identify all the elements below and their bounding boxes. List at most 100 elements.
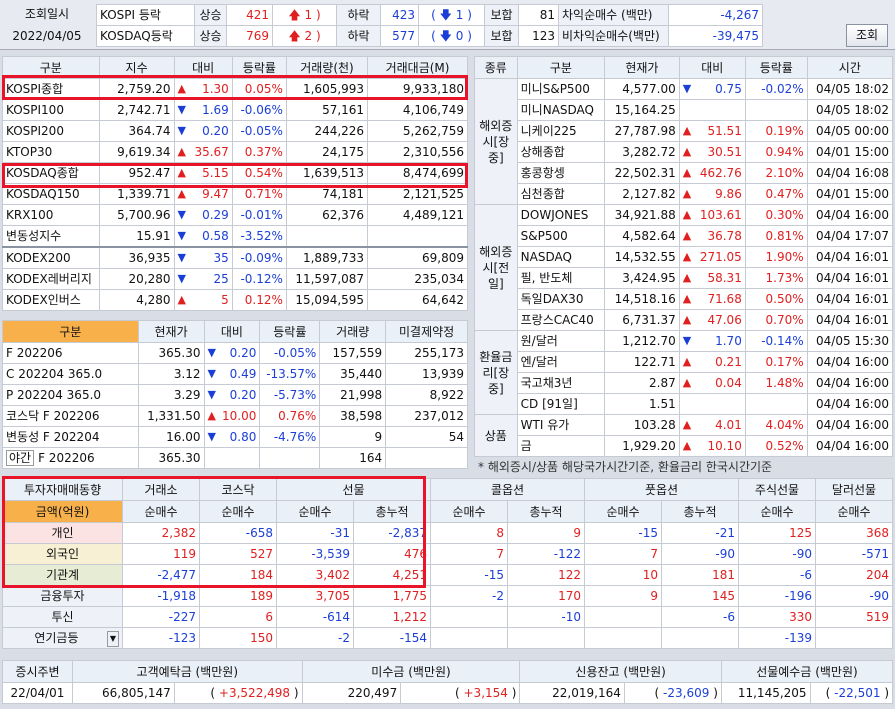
world-row[interactable]: 상해종합3,282.7230.510.94%04/01 15:00 [475, 141, 894, 163]
index-name[interactable]: KTOP30 [2, 141, 100, 163]
investor-value: -21 [661, 522, 739, 544]
world-row[interactable]: 해외증시[전일]DOWJONES34,921.88103.610.30%04/0… [474, 204, 894, 331]
futures-volume: 157,559 [319, 342, 387, 364]
index-name[interactable]: KOSDAQ종합 [2, 162, 100, 184]
world-group-label: 해외증시[전일] [474, 204, 518, 331]
futures-row[interactable]: 코스닥 F 2022061,331.5010.000.76%38,598237,… [2, 405, 468, 427]
world-change: 10.10 [678, 435, 746, 457]
world-row[interactable]: 환율금리[장중]원/달러1,212.701.70-0.14%04/05 15:3… [474, 330, 894, 415]
world-time: 04/04 16:00 [806, 372, 894, 394]
investor-name[interactable]: 투신 [2, 606, 123, 628]
futures-row[interactable]: P 202204 365.03.290.20-5.73%21,9988,922 [2, 384, 468, 406]
investor-name[interactable]: 연기금등 ▼ [2, 627, 123, 649]
world-row[interactable]: 심천종합2,127.829.860.47%04/01 15:00 [475, 183, 894, 205]
investor-row[interactable]: 개인 2,382 -658 -31 -2,837 8 9 -15 -21 125 368 [2, 522, 893, 544]
investor-name[interactable]: 개인 [2, 522, 123, 544]
world-row[interactable]: 미니NASDAQ 15,164.25 04/05 18:02 [475, 99, 894, 121]
world-name[interactable]: 심천종합 [516, 183, 606, 205]
index-row[interactable]: KODEX레버리지20,28025-0.12%11,597,087235,034 [2, 268, 468, 290]
world-name[interactable]: 미니S&P500 [516, 78, 606, 100]
investor-name[interactable]: 외국인 [2, 543, 123, 565]
world-row[interactable]: CD [91일] 1.51 04/04 16:00 [475, 393, 894, 415]
query-date[interactable]: 2022/04/05 [4, 26, 90, 46]
world-row[interactable]: NASDAQ14,532.55271.051.90%04/04 16:01 [475, 246, 894, 268]
index-row[interactable]: 변동성지수15.910.58-3.52% [2, 225, 468, 248]
world-row[interactable]: 국고채3년2.870.041.48%04/04 16:00 [475, 372, 894, 394]
index-name[interactable]: KOSDAQ150 [2, 183, 100, 205]
index-name[interactable]: KOSPI200 [2, 120, 100, 142]
world-row[interactable]: S&P5004,582.6436.780.81%04/04 17:07 [475, 225, 894, 247]
index-row[interactable]: KOSPI200364.740.20-0.05%244,2265,262,759 [2, 120, 468, 142]
index-name[interactable]: KODEX레버리지 [2, 268, 100, 290]
world-name[interactable]: 필, 반도체 [516, 267, 606, 289]
index-row[interactable]: KOSPI1002,742.711.69-0.06%57,1614,106,74… [2, 99, 468, 121]
world-price: 6,731.37 [604, 309, 680, 331]
world-row[interactable]: 프랑스CAC406,731.3747.060.70%04/04 16:01 [475, 309, 894, 331]
futures-name[interactable]: P 202204 365.0 [2, 384, 139, 406]
investor-name[interactable]: 기관계 [2, 564, 123, 586]
index-name[interactable]: KOSPI종합 [2, 78, 100, 100]
index-row[interactable]: KOSDAQ1501,339.719.470.71%74,1812,121,52… [2, 183, 468, 205]
world-name[interactable]: S&P500 [516, 225, 606, 247]
world-change: 271.05 [678, 246, 746, 268]
world-name[interactable]: CD [91일] [516, 393, 606, 415]
index-row[interactable]: KOSPI종합2,759.201.300.05%1,605,9939,933,1… [2, 78, 468, 100]
index-row[interactable]: KRX1005,700.960.29-0.01%62,3764,489,121 [2, 204, 468, 226]
world-row[interactable]: 상품WTI 유가103.284.014.04%04/04 16:00 [474, 414, 894, 457]
index-rate: 0.71% [231, 183, 287, 205]
futures-oi: 54 [385, 426, 468, 448]
index-row[interactable]: KODEX인버스4,28050.12%15,094,59564,642 [2, 289, 468, 311]
index-name[interactable]: 변동성지수 [2, 225, 100, 248]
futures-row[interactable]: C 202204 365.03.120.49-13.57%35,44013,93… [2, 363, 468, 385]
query-button[interactable]: 조회 [846, 24, 888, 47]
investor-row[interactable]: 기관계 -2,477 184 3,402 4,251 -15 122 10 181 -6 204 [2, 564, 893, 586]
world-row[interactable]: 금1,929.2010.100.52%04/04 16:00 [475, 435, 894, 457]
index-name[interactable]: KODEX200 [2, 246, 100, 269]
world-name[interactable]: WTI 유가 [516, 414, 606, 436]
night-futures-row[interactable]: 야간 F 202206 365.30 164 [2, 447, 468, 469]
index-row[interactable]: KOSDAQ종합952.475.150.54%1,639,5138,474,69… [2, 162, 468, 184]
world-name[interactable]: 니케이225 [516, 120, 606, 142]
world-name[interactable]: DOWJONES [516, 204, 606, 226]
world-name[interactable]: 국고채3년 [516, 372, 606, 394]
futures-name[interactable]: 코스닥 F 202206 [2, 405, 139, 427]
futures-name[interactable]: 변동성 F 202204 [2, 426, 139, 448]
investor-name[interactable]: 금융투자 [2, 585, 123, 607]
investor-row[interactable]: 금융투자 -1,918 189 3,705 1,775 -2 170 9 145 -196 -90 [2, 585, 893, 607]
funds-change: ( +3,522,498 ) [173, 682, 303, 704]
world-name[interactable]: 엔/달러 [516, 351, 606, 373]
world-rate: 0.52% [744, 435, 808, 457]
world-name[interactable]: NASDAQ [516, 246, 606, 268]
world-row[interactable]: 필, 반도체3,424.9558.311.73%04/04 16:01 [475, 267, 894, 289]
investor-value: -227 [122, 606, 200, 628]
world-row[interactable]: 독일DAX3014,518.1671.680.50%04/04 16:01 [475, 288, 894, 310]
world-name[interactable]: 금 [516, 435, 606, 457]
index-name[interactable]: KOSPI100 [2, 99, 100, 121]
world-time: 04/05 18:02 [806, 78, 894, 100]
world-row[interactable]: 홍콩항셍22,502.31462.762.10%04/04 16:08 [475, 162, 894, 184]
index-row[interactable]: KTOP309,619.3435.670.37%24,1752,310,556 [2, 141, 468, 163]
world-name[interactable]: 상해종합 [516, 141, 606, 163]
night-futures-name[interactable]: 야간 F 202206 [2, 447, 139, 469]
investor-row[interactable]: 투신 -227 6 -614 1,212 -10 -6 330 519 [2, 606, 893, 628]
index-name[interactable]: KODEX인버스 [2, 289, 100, 311]
world-name[interactable]: 프랑스CAC40 [516, 309, 606, 331]
world-row[interactable]: 해외증시[장중]미니S&P5004,577.000.75-0.02%04/05 … [474, 78, 894, 205]
index-amount: 64,642 [367, 289, 468, 311]
world-name[interactable]: 독일DAX30 [516, 288, 606, 310]
futures-name[interactable]: C 202204 365.0 [2, 363, 139, 385]
investor-row[interactable]: 연기금등 ▼ -123 150 -2 -154 -139 [2, 627, 893, 649]
world-name[interactable]: 미니NASDAQ [516, 99, 606, 121]
futures-row[interactable]: F 202206365.300.20-0.05%157,559255,173 [2, 342, 468, 364]
index-row[interactable]: KODEX20036,93535-0.09%1,889,73369,809 [2, 246, 468, 269]
world-price: 22,502.31 [604, 162, 680, 184]
world-name[interactable]: 원/달러 [516, 330, 606, 352]
futures-row[interactable]: 변동성 F 20220416.000.80-4.76%954 [2, 426, 468, 448]
world-row[interactable]: 엔/달러122.710.210.17%04/04 16:00 [475, 351, 894, 373]
world-row[interactable]: 니케이22527,787.9851.510.19%04/05 00:00 [475, 120, 894, 142]
world-name[interactable]: 홍콩항셍 [516, 162, 606, 184]
investor-row[interactable]: 외국인 119 527 -3,539 476 7 -122 7 -90 -90 -571 [2, 543, 893, 565]
index-name[interactable]: KRX100 [2, 204, 100, 226]
futures-name[interactable]: F 202206 [2, 342, 139, 364]
funds-value: 220,497 [301, 682, 402, 704]
